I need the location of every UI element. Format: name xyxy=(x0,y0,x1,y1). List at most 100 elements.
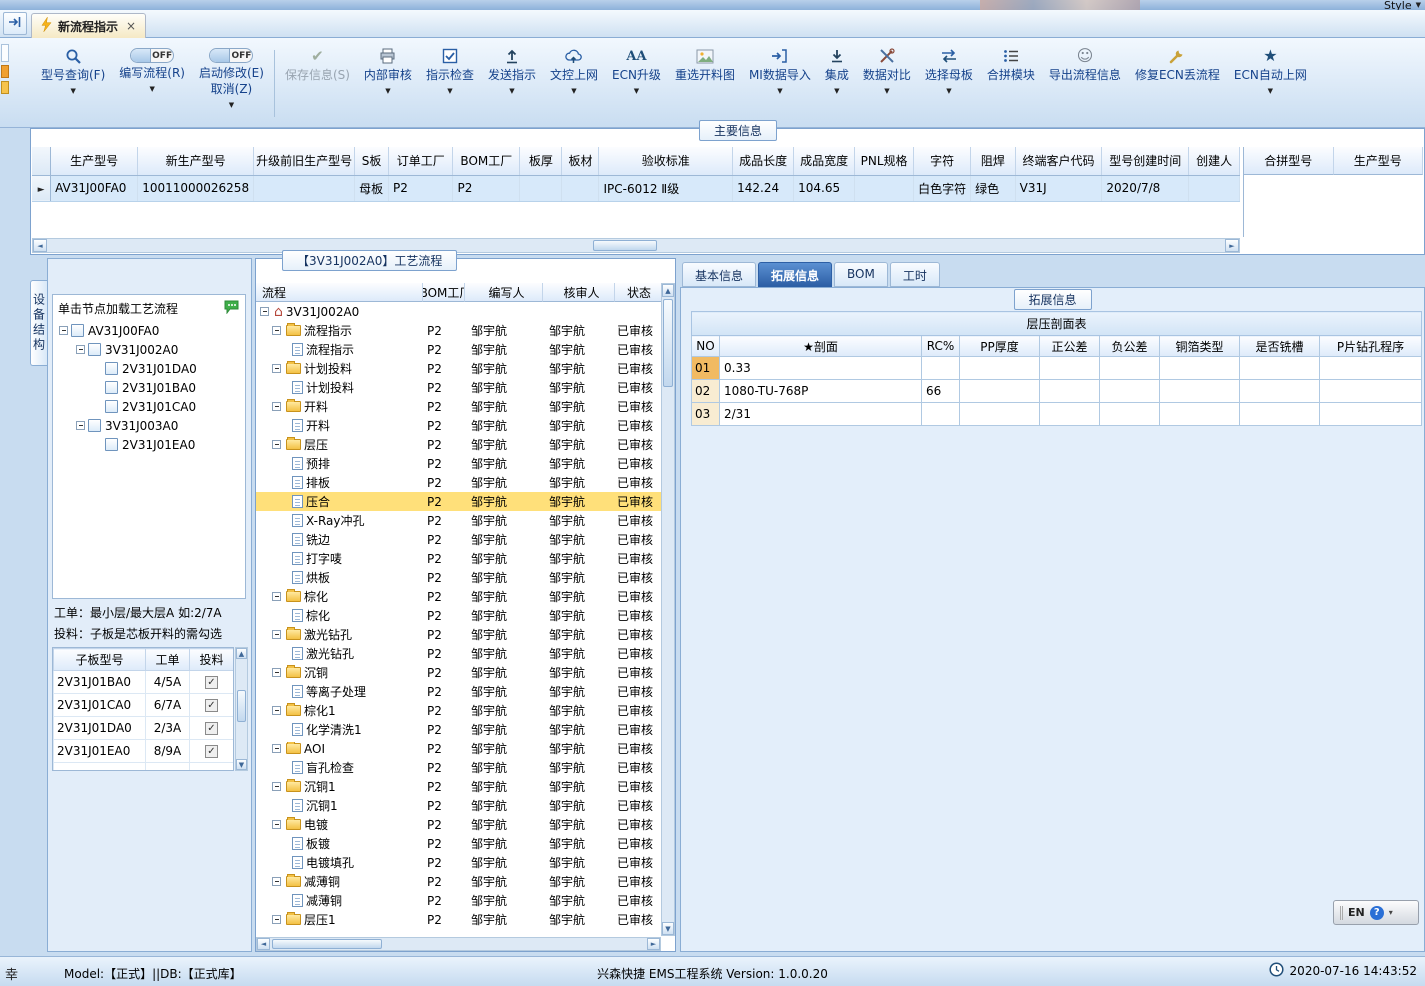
expand-icon[interactable] xyxy=(272,364,281,373)
chevron-down-icon[interactable]: ▼ xyxy=(777,87,782,95)
tab-close-icon[interactable]: × xyxy=(126,19,136,33)
feed-checkbox[interactable] xyxy=(205,722,218,735)
scroll-thumb[interactable] xyxy=(272,939,382,949)
process-row[interactable]: 棕化 P2 邹宇航 邹宇航 已审核 xyxy=(256,606,661,625)
process-row[interactable]: 化学清洗1 P2 邹宇航 邹宇航 已审核 xyxy=(256,720,661,739)
process-row[interactable]: 激光钻孔 P2 邹宇航 邹宇航 已审核 xyxy=(256,625,661,644)
process-row[interactable]: 层压1 P2 邹宇航 邹宇航 已审核 xyxy=(256,910,661,929)
detail-tab-0[interactable]: 基本信息 xyxy=(682,262,757,287)
lamination-row[interactable]: 01 0.33 xyxy=(691,356,1423,380)
process-col-header-1[interactable]: BOM工厂 xyxy=(423,283,465,302)
toolbar-button-select-mother-board[interactable]: 选择母板 ▼ xyxy=(918,42,980,125)
process-row[interactable]: 开料 P2 邹宇航 邹宇航 已审核 xyxy=(256,397,661,416)
mi-col-header-10[interactable]: 成品宽度 xyxy=(793,147,856,176)
mi-col-header-12[interactable]: 字符 xyxy=(913,147,972,176)
chevron-down-icon[interactable]: ▼ xyxy=(571,87,576,95)
process-row[interactable]: 打字唛 P2 邹宇航 邹宇航 已审核 xyxy=(256,549,661,568)
process-row[interactable]: 激光钻孔 P2 邹宇航 邹宇航 已审核 xyxy=(256,644,661,663)
toolbar-button-repair-ecn-flow[interactable]: 修复ECN丢流程 xyxy=(1128,42,1227,125)
process-row[interactable]: 流程指示 P2 邹宇航 邹宇航 已审核 xyxy=(256,340,661,359)
process-col-header-4[interactable]: 状态 xyxy=(615,283,662,302)
toolbar-button-save-info[interactable]: ✔ 保存信息(S) xyxy=(278,42,357,125)
lam-col-header-8[interactable]: P片钻孔程序 xyxy=(1318,335,1423,357)
device-structure-vertical-tab[interactable]: 设备结构 xyxy=(30,280,47,366)
mi-col-header-16[interactable]: 创建人 xyxy=(1188,147,1240,176)
subboard-col-header-2[interactable]: 投料 xyxy=(189,648,233,671)
toolbar-button-data-compare[interactable]: 数据对比 ▼ xyxy=(856,42,918,125)
toolbar-button-write-flow[interactable]: OFF 编写流程(R) ▼ xyxy=(112,42,192,125)
expand-icon[interactable] xyxy=(260,307,269,316)
chevron-down-icon[interactable]: ▼ xyxy=(149,85,154,93)
toggle-start-modify[interactable]: OFF xyxy=(209,48,254,63)
lam-col-header-6[interactable]: 铜箔类型 xyxy=(1159,335,1240,357)
scroll-thumb[interactable] xyxy=(593,240,657,251)
subboard-row[interactable]: 2V31J01BA0 4/5A xyxy=(53,670,233,694)
feed-checkbox[interactable] xyxy=(205,699,218,712)
expand-icon[interactable] xyxy=(272,402,281,411)
expand-icon[interactable] xyxy=(76,421,85,430)
main-info-hscrollbar[interactable]: ◄ ► xyxy=(32,238,1240,253)
chevron-down-icon[interactable]: ▼ xyxy=(634,87,639,95)
chevron-down-icon[interactable]: ▼ xyxy=(70,87,75,95)
process-row[interactable]: 预排 P2 邹宇航 邹宇航 已审核 xyxy=(256,454,661,473)
expand-icon[interactable] xyxy=(272,744,281,753)
device-tree-node[interactable]: 2V31J01BA0 xyxy=(53,378,245,397)
toolbar-button-merge-module[interactable]: 合拼模块 xyxy=(980,42,1042,125)
expand-icon[interactable] xyxy=(59,326,68,335)
mi-col-header-3[interactable]: S板 xyxy=(354,147,389,176)
expand-icon[interactable] xyxy=(76,345,85,354)
device-tree-node[interactable]: AV31J00FA0 xyxy=(53,321,245,340)
comment-icon[interactable] xyxy=(224,300,240,317)
expand-icon[interactable] xyxy=(272,915,281,924)
process-row[interactable]: 烘板 P2 邹宇航 邹宇航 已审核 xyxy=(256,568,661,587)
process-row[interactable]: 沉铜 P2 邹宇航 邹宇航 已审核 xyxy=(256,663,661,682)
expand-icon[interactable] xyxy=(272,326,281,335)
device-tree-node[interactable]: 3V31J002A0 xyxy=(53,340,245,359)
mi-col-header-11[interactable]: PNL规格 xyxy=(854,147,915,176)
process-row[interactable]: 减薄铜 P2 邹宇航 邹宇航 已审核 xyxy=(256,891,661,910)
mi-col-header-14[interactable]: 终端客户代码 xyxy=(1015,147,1103,176)
mi-col-header-0[interactable]: 生产型号 xyxy=(50,147,139,176)
process-row[interactable]: 3V31J002A0 xyxy=(256,302,661,321)
mi-col-header-15[interactable]: 型号创建时间 xyxy=(1101,147,1190,176)
merge-col-header-0[interactable]: 合拼型号 xyxy=(1244,147,1334,175)
lamination-row[interactable]: 02 1080-TU-768P 66 xyxy=(691,379,1423,403)
process-row[interactable]: 等离子处理 P2 邹宇航 邹宇航 已审核 xyxy=(256,682,661,701)
expand-icon[interactable] xyxy=(272,630,281,639)
lamination-row[interactable]: 03 2/31 xyxy=(691,402,1423,426)
chevron-down-icon[interactable]: ▼ xyxy=(834,87,839,95)
toggle-write-flow[interactable]: OFF xyxy=(130,48,175,63)
process-vscrollbar[interactable]: ▲ ▼ xyxy=(661,283,675,936)
scroll-up-arrow[interactable]: ▲ xyxy=(662,284,674,297)
mi-col-header-4[interactable]: 订单工厂 xyxy=(388,147,454,176)
expand-icon[interactable] xyxy=(272,440,281,449)
feed-checkbox[interactable] xyxy=(205,745,218,758)
chevron-down-icon[interactable]: ▼ xyxy=(447,87,452,95)
chevron-down-icon[interactable]: ▼ xyxy=(1268,87,1273,95)
chevron-down-icon[interactable]: ▼ xyxy=(946,87,951,95)
mi-col-header-5[interactable]: BOM工厂 xyxy=(452,147,521,176)
lam-col-header-5[interactable]: 负公差 xyxy=(1099,335,1160,357)
device-tree-node[interactable]: 2V31J01EA0 xyxy=(53,435,245,454)
process-row[interactable]: 棕化1 P2 邹宇航 邹宇航 已审核 xyxy=(256,701,661,720)
lam-col-header-2[interactable]: RC% xyxy=(921,335,960,357)
toolbar-button-start-modify[interactable]: OFF 启动修改(E) 取消(Z) ▼ xyxy=(192,42,271,125)
device-tree-node[interactable]: 2V31J01CA0 xyxy=(53,397,245,416)
mi-col-header-13[interactable]: 阻焊 xyxy=(970,147,1016,176)
toolbar-button-model-query[interactable]: 型号查询(F) ▼ xyxy=(34,42,112,125)
lam-col-header-0[interactable]: NO xyxy=(691,335,720,357)
mi-col-header-8[interactable]: 验收标准 xyxy=(598,147,734,176)
toolbar-button-reselect-cut-image[interactable]: 重选开料图 xyxy=(668,42,742,125)
chevron-down-icon[interactable]: ▼ xyxy=(385,87,390,95)
toolbar-button-doc-upload[interactable]: 文控上网 ▼ xyxy=(543,42,605,125)
toolbar-button-mi-data-import[interactable]: MI数据导入 ▼ xyxy=(742,42,818,125)
help-icon[interactable]: ? xyxy=(1369,905,1384,920)
toolbar-button-integrate[interactable]: 集成 ▼ xyxy=(818,42,856,125)
scroll-left-arrow[interactable]: ◄ xyxy=(257,938,270,950)
merge-col-header-1[interactable]: 生产型号 xyxy=(1333,147,1423,175)
process-row[interactable]: 压合 P2 邹宇航 邹宇航 已审核 xyxy=(256,492,661,511)
language-menu-icon[interactable]: ▾ xyxy=(1389,908,1393,917)
chevron-down-icon[interactable]: ▼ xyxy=(229,101,234,109)
scroll-right-arrow[interactable]: ► xyxy=(1225,239,1239,252)
process-row[interactable]: 层压 P2 邹宇航 邹宇航 已审核 xyxy=(256,435,661,454)
